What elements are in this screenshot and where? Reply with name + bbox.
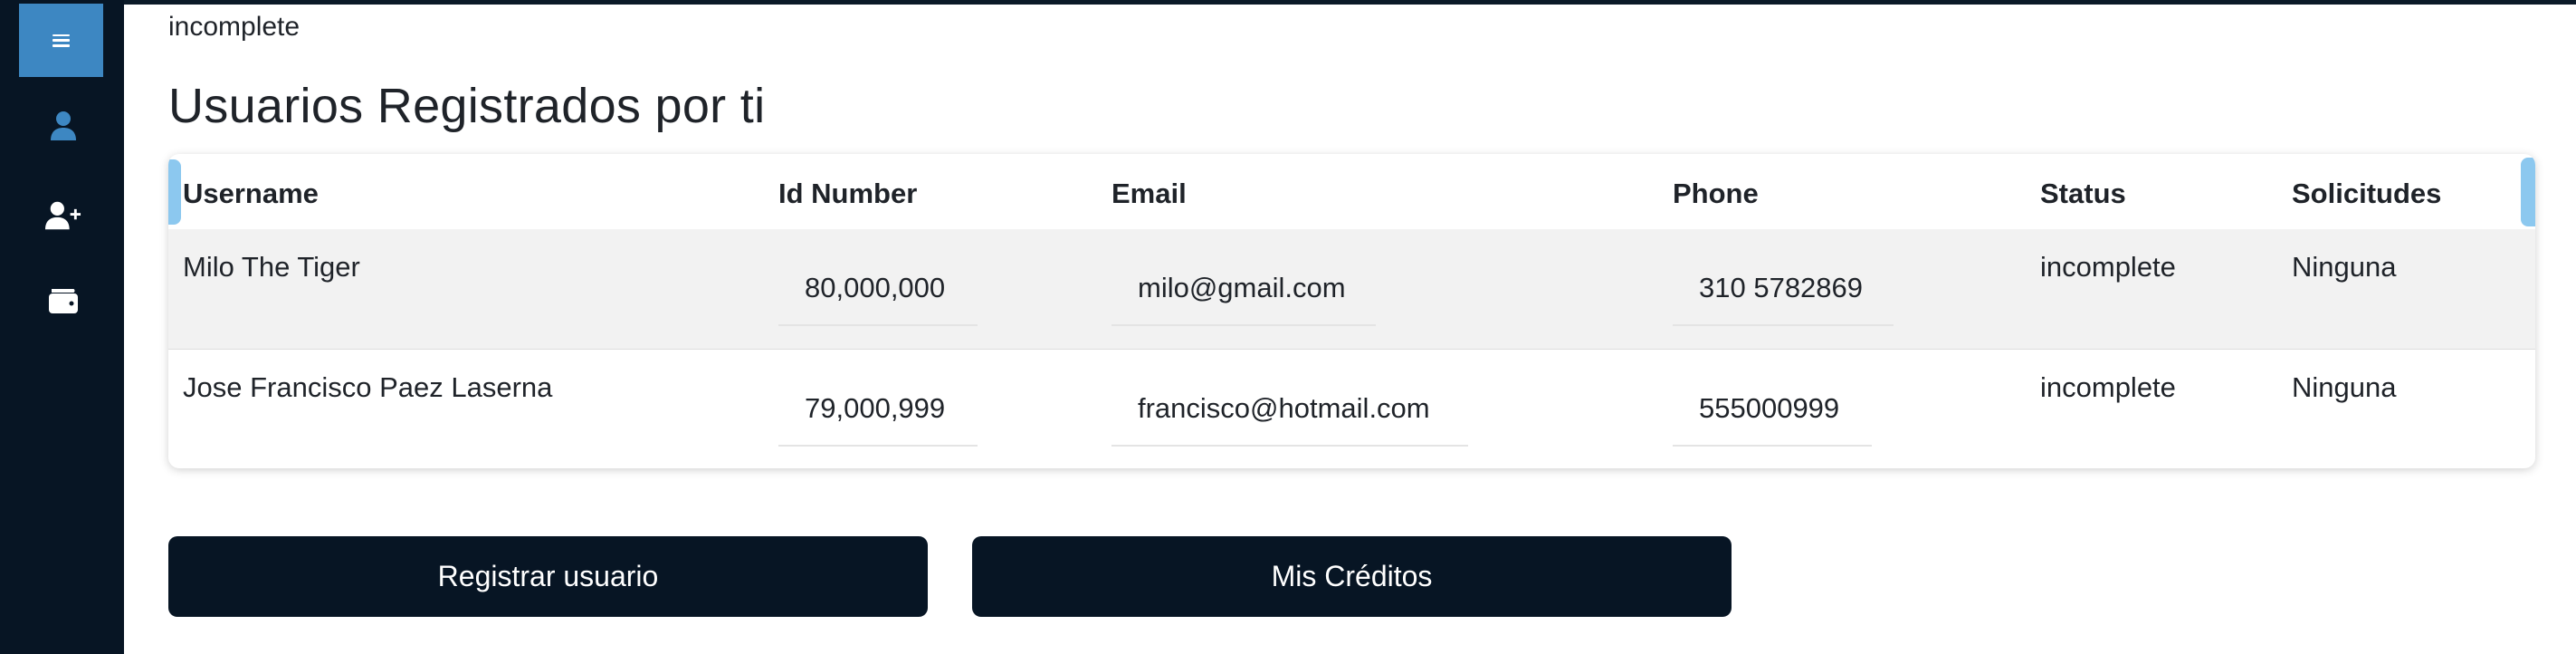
column-header-email: Email (1111, 178, 1187, 209)
cell-status: incomplete (2040, 371, 2176, 403)
users-table: Username Id Number Email Phone Status So… (168, 154, 2535, 468)
cell-solicitudes: Ninguna (2292, 251, 2397, 283)
cell-phone: 310 5782869 (1673, 272, 1894, 326)
cell-solicitudes: Ninguna (2292, 371, 2397, 403)
column-header-id-number: Id Number (778, 178, 918, 209)
main-content: incomplete Usuarios Registrados por ti U… (168, 0, 2535, 654)
column-header-phone: Phone (1673, 178, 1759, 209)
cell-status: incomplete (2040, 251, 2176, 283)
cell-username: Jose Francisco Paez Laserna (183, 371, 553, 403)
cell-email-value: milo@gmail.com (1138, 272, 1346, 303)
sidebar (0, 0, 124, 654)
cell-username: Milo The Tiger (183, 251, 360, 283)
scroll-indicator-left[interactable] (168, 159, 181, 225)
cell-email: francisco@hotmail.com (1111, 392, 1468, 447)
column-header-status: Status (2040, 178, 2126, 209)
table-row: Milo The Tiger 80,000,000 milo@gmail.com… (168, 229, 2535, 350)
menu-icon (52, 34, 70, 47)
cell-id-number-value: 79,000,999 (805, 392, 946, 424)
cell-id-number: 79,000,999 (778, 392, 978, 447)
column-header-solicitudes: Solicitudes (2292, 178, 2442, 209)
column-header-username: Username (183, 178, 319, 209)
cell-email-value: francisco@hotmail.com (1138, 392, 1430, 424)
cell-phone-value: 310 5782869 (1699, 272, 1864, 303)
sidebar-item-wallet[interactable] (45, 283, 81, 319)
scroll-indicator-right[interactable] (2521, 158, 2535, 226)
wallet-icon (49, 289, 78, 313)
cell-phone-value: 555000999 (1699, 392, 1840, 424)
profile-status-text: incomplete (168, 12, 301, 42)
page-title: Usuarios Registrados por ti (168, 79, 766, 133)
cell-email: milo@gmail.com (1111, 272, 1376, 326)
user-icon (51, 111, 76, 140)
cell-id-number-value: 80,000,000 (805, 272, 946, 303)
cell-phone: 555000999 (1673, 392, 1872, 447)
add-user-icon (45, 201, 81, 230)
cell-id-number: 80,000,000 (778, 272, 978, 326)
table-row: Jose Francisco Paez Laserna 79,000,999 f… (168, 350, 2535, 468)
table-header: Username Id Number Email Phone Status So… (168, 154, 2535, 229)
sidebar-item-add-user[interactable] (45, 197, 81, 234)
sidebar-item-profile[interactable] (45, 108, 81, 144)
register-user-button[interactable]: Registrar usuario (168, 536, 928, 617)
my-credits-button[interactable]: Mis Créditos (972, 536, 1732, 617)
menu-toggle-button[interactable] (19, 4, 103, 77)
